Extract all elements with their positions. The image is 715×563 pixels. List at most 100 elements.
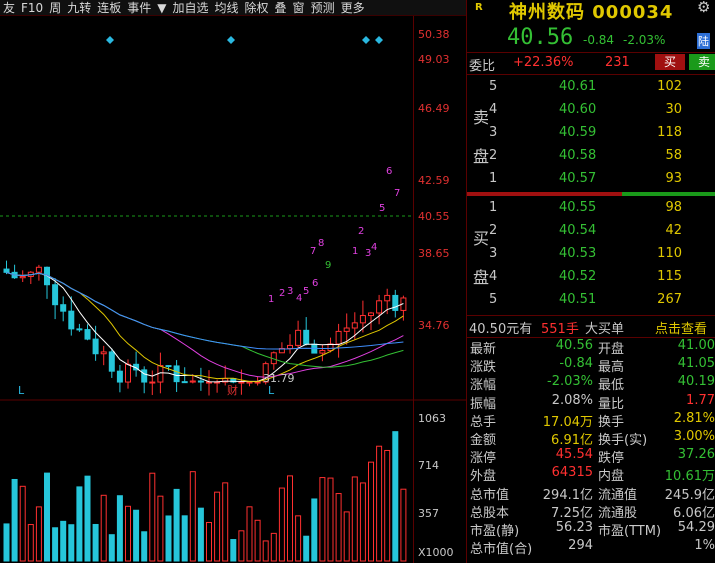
ask-row[interactable]: 4 40.60 30 bbox=[467, 99, 715, 121]
stat-label-right: 流通值 bbox=[598, 487, 638, 503]
stat-label-right: 最低 bbox=[598, 378, 625, 394]
stat-left: 振幅 bbox=[470, 393, 496, 412]
toolbar-item-ma[interactable]: 均线 bbox=[212, 0, 242, 15]
toolbar-item-f10[interactable]: F10 bbox=[18, 1, 46, 15]
stat-label: 外盘 bbox=[470, 469, 497, 485]
change-pct: -2.03% bbox=[623, 33, 666, 47]
volume-bar bbox=[173, 488, 180, 562]
toolbar-item-event[interactable]: 事件 bbox=[124, 0, 154, 15]
toolbar-item-window[interactable]: 窗 bbox=[290, 0, 308, 15]
volume-bar bbox=[60, 520, 67, 562]
toolbar-item-friend[interactable]: 友 bbox=[0, 0, 18, 15]
stat-label: 涨跌 bbox=[470, 360, 497, 376]
big-order-link[interactable]: 点击查看 bbox=[655, 318, 707, 337]
stat-label-right: 换手 bbox=[598, 414, 625, 430]
signal: 4 bbox=[371, 242, 378, 253]
ask-row[interactable]: 3 40.59 118 bbox=[467, 122, 715, 144]
stat-value-right: 41.00 bbox=[677, 338, 715, 353]
toolbar-item-add-watch[interactable]: 加自选 bbox=[169, 0, 211, 15]
volume-bar bbox=[359, 482, 366, 562]
gear-icon[interactable]: ⚙ bbox=[697, 0, 710, 16]
event-diamond bbox=[362, 36, 370, 44]
ask-row[interactable]: 5 40.61 102 bbox=[467, 76, 715, 98]
toolbar-item-forecast[interactable]: 预测 bbox=[308, 0, 338, 15]
toolbar-item-jiuzhuan[interactable]: 九转 bbox=[64, 0, 94, 15]
signal: 9 bbox=[325, 260, 332, 271]
stat-value-right: 40.19 bbox=[677, 374, 715, 390]
weibi-label: 委比 bbox=[469, 59, 496, 74]
bid-row[interactable]: 4 40.52 115 bbox=[467, 266, 715, 288]
bid-row[interactable]: 1 40.55 98 bbox=[467, 197, 715, 219]
volume-bar bbox=[52, 527, 59, 562]
big-order-row: 40.50元有 551手 大买单 点击查看 bbox=[467, 315, 715, 337]
bid-price: 40.55 bbox=[559, 200, 597, 215]
candle-body bbox=[60, 304, 67, 312]
ask-price: 40.57 bbox=[559, 171, 597, 186]
chart-toolbar: 友 F10 周 九转 连板 事件 ▼ 加自选 均线 除权 叠 窗 预测 更多 bbox=[0, 0, 466, 16]
stat-value: -2.03% bbox=[547, 374, 593, 390]
bid-row[interactable]: 3 40.53 110 bbox=[467, 243, 715, 265]
stat-value: 2.08% bbox=[551, 392, 593, 408]
stat-label: 金额 bbox=[470, 433, 497, 448]
stat-label-right: 换手(实) bbox=[598, 433, 648, 448]
candle-body bbox=[254, 381, 261, 384]
candle-body bbox=[319, 350, 326, 354]
volume-bar bbox=[92, 523, 99, 562]
ask-row[interactable]: 2 40.58 58 bbox=[467, 145, 715, 167]
stat-value: 17.04万 bbox=[542, 414, 593, 430]
bid-level: 5 bbox=[489, 292, 498, 307]
candle-body bbox=[287, 344, 293, 349]
r-badge-icon: R bbox=[475, 2, 483, 13]
volume-bar bbox=[206, 521, 212, 562]
bid-row[interactable]: 5 40.51 267 bbox=[467, 289, 715, 311]
candle-body bbox=[76, 328, 83, 331]
candle-body bbox=[52, 284, 59, 306]
candle-body bbox=[84, 329, 91, 340]
bid-price: 40.53 bbox=[559, 246, 597, 261]
buy-button[interactable]: 买 bbox=[655, 54, 685, 70]
ask-level: 3 bbox=[489, 125, 498, 140]
candle-body bbox=[368, 312, 374, 317]
stat-left: 总手 bbox=[470, 411, 496, 430]
volume-bar bbox=[278, 487, 285, 562]
kline-chart[interactable]: 50.38 49.03 46.49 42.59 40.55 38.65 34.7… bbox=[0, 16, 466, 563]
signal: 2 bbox=[358, 226, 365, 237]
toolbar-item-more[interactable]: 更多 bbox=[338, 0, 368, 15]
event-diamond bbox=[106, 36, 114, 44]
volume-bar bbox=[149, 472, 156, 562]
bid-volume: 42 bbox=[665, 223, 682, 238]
toolbar-item-week[interactable]: 周 bbox=[46, 0, 64, 15]
volume-bar bbox=[246, 506, 253, 562]
last-price: 40.56 bbox=[507, 25, 574, 50]
candle-body bbox=[392, 294, 399, 311]
toolbar-item-exright[interactable]: 除权 bbox=[242, 0, 272, 15]
candle-body bbox=[149, 381, 156, 384]
ma-line bbox=[6, 271, 404, 383]
volume-bar bbox=[254, 519, 261, 562]
stat-value-right: 37.26 bbox=[677, 447, 715, 463]
stock-name: 神州数码 bbox=[509, 2, 585, 23]
sell-button[interactable]: 卖 bbox=[689, 54, 715, 70]
volume-bar bbox=[384, 449, 391, 562]
bid-price: 40.51 bbox=[559, 292, 597, 307]
bid-price: 40.52 bbox=[559, 269, 597, 284]
candle-body bbox=[68, 310, 75, 330]
stat-label-right: 跌停 bbox=[598, 451, 625, 467]
volume-bar bbox=[335, 493, 342, 562]
volume-bar bbox=[319, 477, 326, 562]
ask-row[interactable]: 1 40.57 93 bbox=[467, 168, 715, 190]
event-diamond bbox=[375, 36, 383, 44]
toolbar-dropdown[interactable]: ▼ bbox=[154, 1, 169, 15]
volume-bar bbox=[270, 532, 277, 562]
volume-bar bbox=[287, 475, 293, 562]
toolbar-item-lianban[interactable]: 连板 bbox=[94, 0, 124, 15]
toolbar-item-overlay[interactable]: 叠 bbox=[272, 0, 290, 15]
stat-value: 40.56 bbox=[555, 338, 593, 353]
ask-price: 40.60 bbox=[559, 102, 597, 117]
volume-bar bbox=[100, 494, 107, 562]
bid-row[interactable]: 2 40.54 42 bbox=[467, 220, 715, 242]
candle-body bbox=[351, 322, 358, 329]
ask-volume: 30 bbox=[665, 102, 682, 117]
signal: 7 bbox=[394, 188, 401, 199]
stat-left: 市盈(静) bbox=[470, 520, 519, 539]
